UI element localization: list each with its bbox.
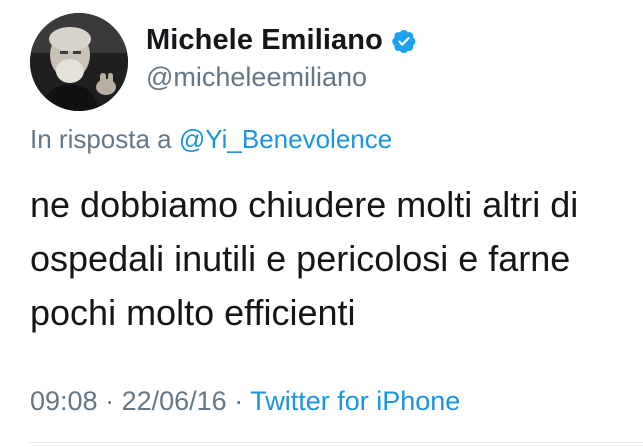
- reply-prefix: In risposta a: [30, 124, 179, 154]
- tweet-text-line: ne dobbiamo chiudere molti altri di: [30, 184, 579, 225]
- tweet-source-link[interactable]: Twitter for iPhone: [250, 386, 460, 416]
- meta-separator: ·: [226, 386, 251, 416]
- tweet-card: Michele Emiliano @micheleemiliano In ris…: [0, 0, 643, 447]
- author-name-row: Michele Emiliano: [146, 24, 417, 57]
- reply-mention-link[interactable]: @Yi_Benevolence: [179, 124, 392, 154]
- avatar-photo-icon: [30, 13, 128, 111]
- tweet-text-line: ospedali inutili e pericolosi e farne: [30, 238, 571, 279]
- author-handle[interactable]: @micheleemiliano: [146, 62, 367, 93]
- verified-badge-icon: [391, 28, 417, 54]
- tweet-text: ne dobbiamo chiudere molti altri di ospe…: [30, 178, 630, 340]
- tweet-meta: 09:08 · 22/06/16 · Twitter for iPhone: [30, 386, 460, 417]
- reply-context: In risposta a @Yi_Benevolence: [30, 124, 392, 155]
- avatar[interactable]: [30, 13, 128, 111]
- author-display-name[interactable]: Michele Emiliano: [146, 24, 383, 57]
- tweet-date[interactable]: 22/06/16: [122, 386, 227, 416]
- meta-separator: ·: [97, 386, 122, 416]
- divider: [30, 442, 643, 443]
- tweet-time[interactable]: 09:08: [30, 386, 98, 416]
- tweet-text-line: pochi molto efficienti: [30, 292, 356, 333]
